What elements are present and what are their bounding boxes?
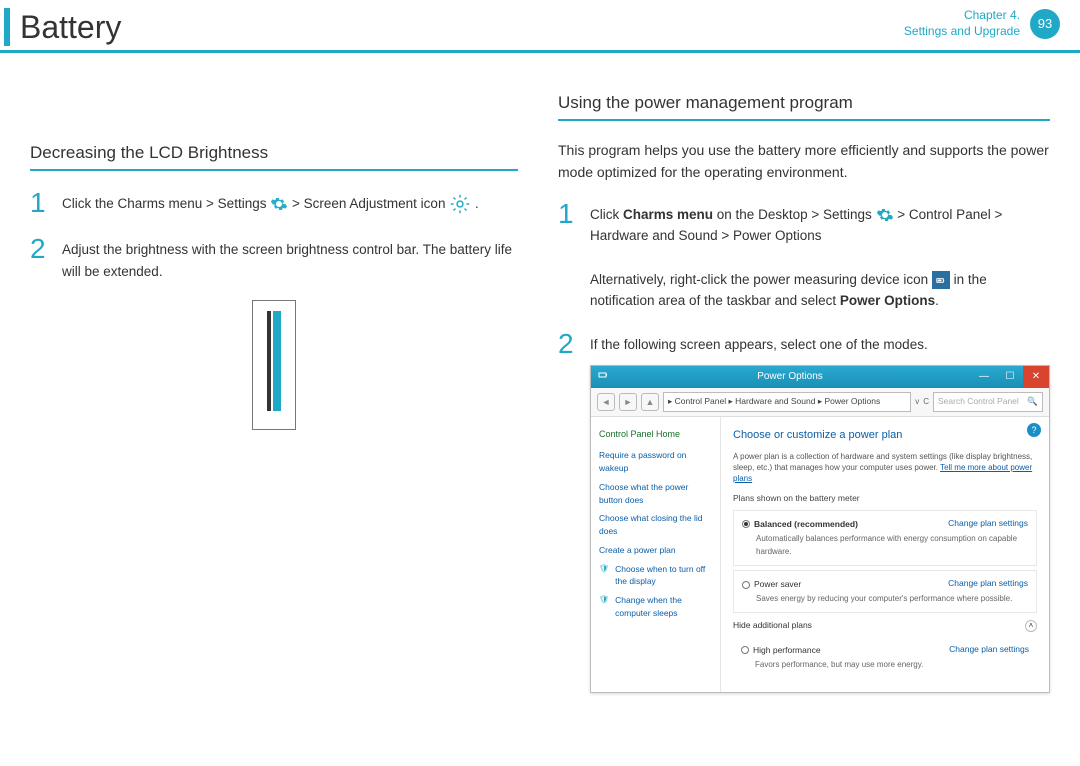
text-bold: Power Options (840, 293, 935, 308)
nav-forward-button[interactable]: ► (619, 393, 637, 411)
header-accent-bar (4, 8, 10, 46)
text: > Screen Adjustment icon (292, 196, 449, 211)
brightness-sun-icon (449, 193, 471, 215)
settings-gear-icon (876, 206, 894, 224)
step-body: Click Charms menu on the Desktop > Setti… (590, 200, 1050, 312)
text: Alternatively, right-click the power mea… (590, 272, 932, 287)
shield-icon: 🛡 (599, 594, 609, 620)
radio-selected[interactable] (742, 520, 750, 528)
step-body: Click the Charms menu > Settings > Scree… (62, 189, 479, 217)
power-plan-high: High performance Change plan settings Fa… (733, 637, 1037, 678)
plan-description: Saves energy by reducing your computer's… (742, 593, 1028, 606)
plan-name: Balanced (recommended) (754, 519, 858, 529)
right-step-1: 1 Click Charms menu on the Desktop > Set… (558, 200, 1050, 312)
right-step-2: 2 If the following screen appears, selec… (558, 330, 1050, 694)
chapter-line-2: Settings and Upgrade (904, 24, 1020, 40)
sidebar-link[interactable]: Choose what closing the lid does (599, 512, 712, 538)
sidebar-link[interactable]: Require a password on wakeup (599, 449, 712, 475)
sidebar: Control Panel Home Require a password on… (591, 417, 721, 692)
sidebar-heading: Control Panel Home (599, 427, 712, 441)
text: Charms menu > Settings (114, 196, 270, 211)
content-columns: Decreasing the LCD Brightness 1 Click th… (0, 53, 1080, 711)
step-number: 2 (30, 235, 50, 282)
battery-titlebar-icon (597, 369, 609, 385)
step-number: 2 (558, 330, 578, 694)
window-buttons: — ☐ ✕ (971, 366, 1049, 388)
right-column: Using the power management program This … (558, 93, 1050, 711)
nav-back-button[interactable]: ◄ (597, 393, 615, 411)
window-body: Control Panel Home Require a password on… (591, 417, 1049, 692)
search-box[interactable]: Search Control Panel 🔍 (933, 392, 1043, 412)
section-heading-power: Using the power management program (558, 93, 1050, 121)
text: Click the (62, 196, 114, 211)
window-title: Power Options (609, 369, 971, 385)
slider-fill (273, 311, 281, 411)
breadcrumb-path[interactable]: ▸ Control Panel ▸ Hardware and Sound ▸ P… (663, 392, 911, 412)
text-bold: Charms menu (623, 207, 713, 222)
header-left: Battery (4, 8, 121, 46)
hide-plans-row[interactable]: Hide additional plans ˄ (733, 619, 1037, 633)
step-body: If the following screen appears, select … (590, 330, 1050, 694)
minimize-button[interactable]: — (971, 366, 997, 388)
plan-name: Power saver (754, 579, 801, 589)
text: . (475, 196, 479, 211)
page-header: Battery Chapter 4. Settings and Upgrade … (0, 0, 1080, 53)
sidebar-link[interactable]: Create a power plan (599, 544, 712, 557)
plan-name: High performance (753, 645, 821, 655)
page-title: Battery (20, 9, 121, 46)
text: > Settings (811, 207, 875, 222)
change-plan-link[interactable]: Change plan settings (949, 643, 1029, 657)
window-titlebar: Power Options — ☐ ✕ (591, 366, 1049, 388)
header-right: Chapter 4. Settings and Upgrade 93 (904, 8, 1060, 39)
plans-subheading: Plans shown on the battery meter (733, 492, 1037, 506)
radio-unselected[interactable] (742, 581, 750, 589)
settings-gear-icon (270, 195, 288, 213)
step-number: 1 (30, 189, 50, 217)
hide-label: Hide additional plans (733, 619, 812, 633)
address-bar-row: ◄ ► ▲ ▸ Control Panel ▸ Hardware and Sou… (591, 388, 1049, 417)
change-plan-link[interactable]: Change plan settings (948, 577, 1028, 591)
plan-description: Favors performance, but may use more ene… (741, 659, 1029, 672)
power-meter-taskbar-icon (932, 271, 950, 289)
search-icon: 🔍 (1027, 395, 1038, 409)
chevron-up-icon: ˄ (1025, 620, 1037, 632)
main-heading: Choose or customize a power plan (733, 427, 1037, 445)
slider-track (267, 311, 271, 411)
left-step-2: 2 Adjust the brightness with the screen … (30, 235, 518, 282)
help-icon[interactable]: ? (1027, 423, 1041, 437)
page-number-badge: 93 (1030, 9, 1060, 39)
sidebar-link[interactable]: 🛡Change when the computer sleeps (599, 594, 712, 620)
intro-paragraph: This program helps you use the battery m… (558, 139, 1050, 184)
power-options-screenshot: Power Options — ☐ ✕ ◄ ► ▲ ▸ Control Pane… (590, 365, 1050, 693)
sidebar-link[interactable]: 🛡Choose when to turn off the display (599, 563, 712, 589)
nav-up-button[interactable]: ▲ (641, 393, 659, 411)
search-placeholder: Search Control Panel (938, 395, 1019, 409)
radio-unselected[interactable] (741, 646, 749, 654)
sidebar-link[interactable]: Choose what the power button does (599, 481, 712, 507)
plan-description: Automatically balances performance with … (742, 533, 1028, 559)
step-number: 1 (558, 200, 578, 312)
shield-icon: 🛡 (599, 563, 609, 589)
maximize-button[interactable]: ☐ (997, 366, 1023, 388)
brightness-slider-illustration (252, 300, 296, 430)
text: . (935, 293, 939, 308)
main-description: A power plan is a collection of hardware… (733, 451, 1037, 485)
chapter-label: Chapter 4. Settings and Upgrade (904, 8, 1020, 39)
left-column: Decreasing the LCD Brightness 1 Click th… (30, 93, 518, 711)
power-plan-balanced: Balanced (recommended) Change plan setti… (733, 510, 1037, 566)
section-heading-lcd: Decreasing the LCD Brightness (30, 143, 518, 171)
main-panel: ? Choose or customize a power plan A pow… (721, 417, 1049, 692)
text: on the Desktop (713, 207, 811, 222)
power-plan-saver: Power saver Change plan settings Saves e… (733, 570, 1037, 613)
text: If the following screen appears, select … (590, 334, 1050, 356)
step-body: Adjust the brightness with the screen br… (62, 235, 518, 282)
close-button[interactable]: ✕ (1023, 366, 1049, 388)
change-plan-link[interactable]: Change plan settings (948, 517, 1028, 531)
text: Click (590, 207, 623, 222)
left-step-1: 1 Click the Charms menu > Settings > Scr… (30, 189, 518, 217)
chapter-line-1: Chapter 4. (904, 8, 1020, 24)
